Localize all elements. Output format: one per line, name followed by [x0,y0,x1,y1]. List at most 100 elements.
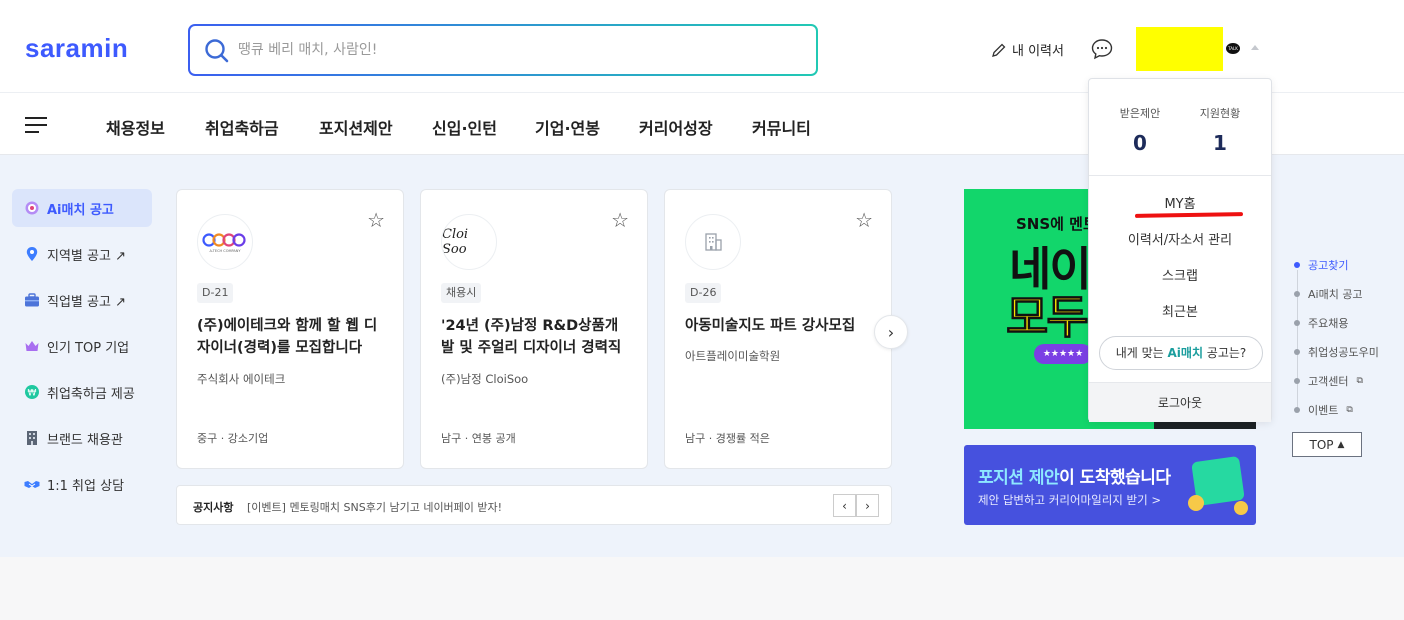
application-status-stat[interactable]: 지원현황 1 [1185,105,1255,155]
search-icon[interactable] [204,38,230,64]
coin-icon [1188,495,1204,511]
sidebar-item-label: 브랜드 채용관 [47,432,123,448]
nav-item-jobs[interactable]: 채용정보 [106,115,165,139]
redacted-username[interactable] [1136,27,1223,71]
sidebar-item-label: 인기 TOP 기업 [47,340,130,356]
caret-up-icon[interactable] [1251,45,1259,50]
handshake-icon [24,481,40,488]
nav-item-community[interactable]: 커뮤니티 [752,115,811,139]
quicknav-item[interactable]: 주요채용 [1294,315,1348,331]
star-icon[interactable]: ☆ [367,208,385,232]
sidebar-item-label: 직업별 공고 ↗ [47,294,126,310]
star-icon[interactable]: ☆ [611,208,629,232]
job-card[interactable]: ☆ D-26 아동미술지도 파트 강사모집 아트플레이미술학원 남구 · 경쟁률… [664,189,892,469]
my-resume-label: 내 이력서 [1012,44,1064,59]
resume-manage-link[interactable]: 이력서/자소서 관리 [1089,229,1271,248]
company-logo: Cloi Soo [441,214,497,270]
triangle-up-icon: ▲ [1337,439,1345,450]
svg-text:A-TECH COMPANY: A-TECH COMPANY [209,249,241,253]
logout-button[interactable]: 로그아웃 [1089,382,1271,422]
deadline-badge: D-21 [197,283,234,303]
crown-icon [25,341,39,351]
my-home-link[interactable]: MY홈 [1089,193,1271,212]
divider [1089,175,1271,176]
company-name[interactable]: 주식회사 에이테크 [197,371,285,387]
sidebar-item-consult[interactable]: 1:1 취업 상담 [12,465,152,503]
notice-prev-button[interactable]: ‹ [833,494,856,517]
company-name[interactable]: (주)남정 CloiSoo [441,371,528,387]
job-meta: 남구 · 연봉 공개 [441,432,516,445]
map-pin-icon [26,247,38,261]
scroll-top-button[interactable]: TOP ▲ [1292,432,1362,457]
building-icon [705,233,722,251]
job-title[interactable]: 아동미술지도 파트 강사모집 [685,315,875,337]
notice-label: 공지사항 [193,501,234,514]
pencil-icon [992,43,1006,57]
nav-item-intern[interactable]: 신입·인턴 [432,115,497,139]
external-window-icon: ⧉ [1346,405,1353,415]
notice-text[interactable]: [이벤트] 멘토링매치 SNS후기 남기고 네이버페이 받자! [247,499,502,515]
talk-badge-icon: TALK [1226,43,1240,54]
ad-banner-position-offer[interactable]: 포지션 제안이 도착했습니다 제안 답변하고 커리어마일리지 받기 > [964,445,1256,525]
deadline-badge: 채용시 [441,283,482,303]
my-resume-link[interactable]: 내 이력서 [991,40,1064,59]
nav-item-career[interactable]: 커리어성장 [639,115,713,139]
nav-item-bonus[interactable]: 취업축하금 [205,115,279,139]
banner-title: 포지션 제안이 도착했습니다 [978,468,1171,488]
target-icon [25,201,39,215]
sidebar-item-region[interactable]: 지역별 공고 ↗ [12,235,152,273]
quicknav-item[interactable]: 고객센터 ⧉ [1294,373,1363,389]
briefcase-icon [25,293,39,307]
coin-icon [1234,501,1248,515]
sidebar-item-bonus[interactable]: ₩ 취업축하금 제공 [12,373,152,411]
building-icon [27,431,37,445]
quicknav-item[interactable]: Ai매치 공고 [1294,286,1363,302]
banner-headline-2: 모두 [1006,290,1090,345]
job-card[interactable]: A-TECH COMPANY ☆ D-21 (주)에이테크와 함께 할 웹 디자… [176,189,404,469]
chat-icon[interactable] [1090,37,1114,61]
quicknav-item[interactable]: 공고찾기 [1294,257,1348,273]
chevron-right-icon: › [887,322,895,342]
sidebar-item-brand[interactable]: 브랜드 채용관 [12,419,152,457]
saramin-logo[interactable]: saramin [25,33,128,64]
company-name[interactable]: 아트플레이미술학원 [685,348,780,364]
external-window-icon: ⧉ [1356,376,1363,386]
coin-icon: ₩ [25,385,39,399]
sidebar-item-job-type[interactable]: 직업별 공고 ↗ [12,281,152,319]
notice-bar: 공지사항 [이벤트] 멘토링매치 SNS후기 남기고 네이버페이 받자! ‹ › [176,485,892,525]
quicknav-item[interactable]: 이벤트 ⧉ [1294,402,1353,418]
red-underline-annotation [1134,212,1244,218]
sidebar-item-label: 취업축하금 제공 [47,386,135,402]
svg-text:₩: ₩ [28,389,37,399]
deadline-badge: D-26 [685,283,722,303]
quicknav-item[interactable]: 취업성공도우미 [1294,344,1379,360]
received-offers-stat[interactable]: 받은제안 0 [1105,105,1175,155]
notice-next-button[interactable]: › [856,494,879,517]
nav-item-company-salary[interactable]: 기업·연봉 [535,115,600,139]
star-icon[interactable]: ☆ [855,208,873,232]
sidebar-item-top-company[interactable]: 인기 TOP 기업 [12,327,152,365]
scrap-link[interactable]: 스크랩 [1089,265,1271,284]
rating-pill: ★★★★★ [1034,344,1092,364]
notice-nav: ‹ › [833,494,879,517]
search-input[interactable] [238,36,798,64]
recent-viewed-link[interactable]: 최근본 [1089,301,1271,320]
banner-subtitle: SNS에 멘토 [1016,215,1097,233]
user-dropdown: 받은제안 0 지원현황 1 MY홈 이력서/자소서 관리 스크랩 최근본 내게 … [1088,78,1272,422]
sidebar-item-ai-match[interactable]: Ai매치 공고 [12,189,152,227]
company-logo: A-TECH COMPANY [197,214,253,270]
carousel-next-button[interactable]: › [874,315,908,349]
nav-item-position-offer[interactable]: 포지션제안 [319,115,393,139]
ai-match-button[interactable]: 내게 맞는 Ai매치 공고는? [1099,336,1263,370]
sidebar-item-label: 1:1 취업 상담 [47,478,125,494]
sidebar-item-label: Ai매치 공고 [47,202,114,218]
job-meta: 남구 · 경쟁률 적은 [685,432,770,445]
footer-area [0,557,1404,620]
job-meta: 중구 · 강소기업 [197,432,269,445]
job-title[interactable]: (주)에이테크와 함께 할 웹 디자이너(경력)를 모집합니다 [197,315,387,359]
sidebar-item-label: 지역별 공고 ↗ [47,248,126,264]
job-card[interactable]: Cloi Soo ☆ 채용시 '24년 (주)남정 R&D상품개발 및 주얼리 … [420,189,648,469]
hamburger-menu-icon[interactable] [25,117,47,133]
job-title[interactable]: '24년 (주)남정 R&D상품개발 및 주얼리 디자이너 경력직 ... [441,315,631,359]
search-box [188,24,818,76]
